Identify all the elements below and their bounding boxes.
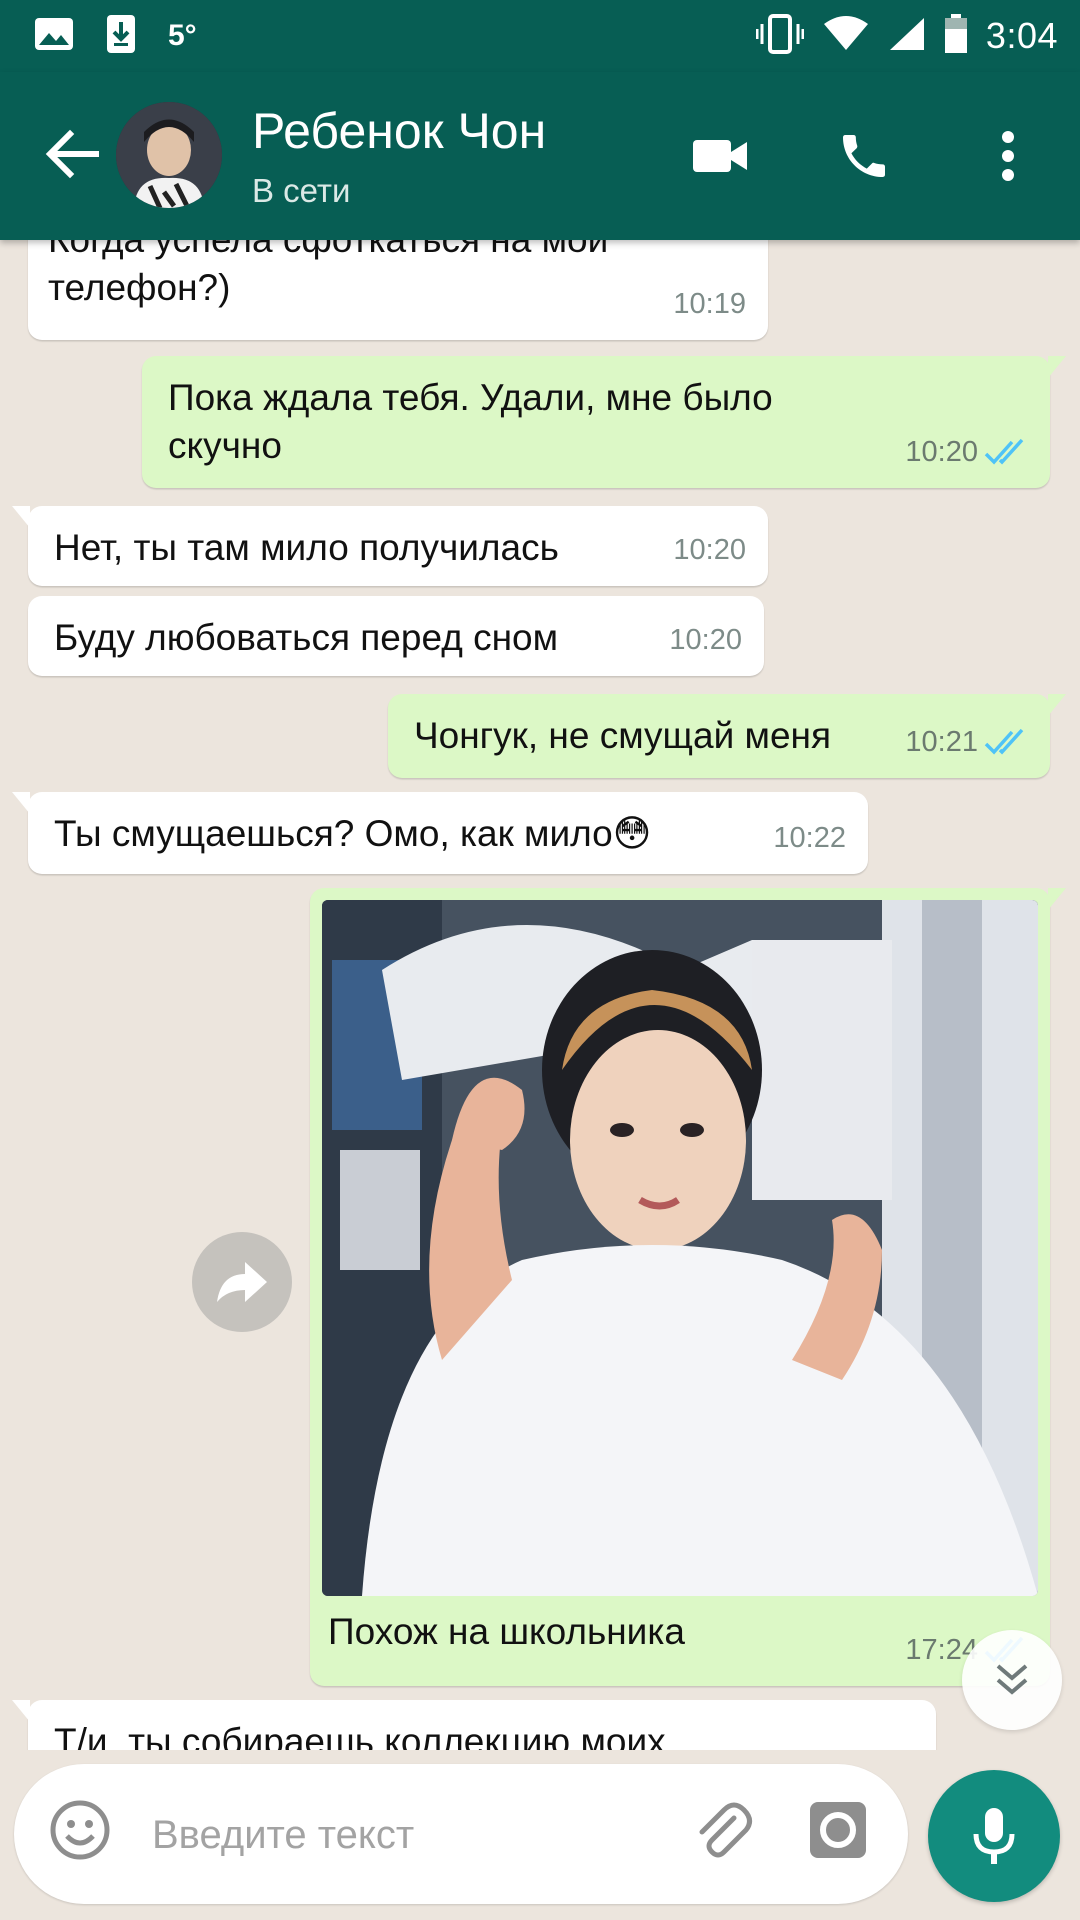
smiley-icon — [50, 1800, 110, 1860]
message-bubble-incoming[interactable]: Когда успела сфоткаться на мой телефон?)… — [28, 240, 768, 340]
attach-button[interactable] — [690, 1798, 762, 1870]
message-bubble-outgoing[interactable]: Пока ждала тебя. Удали, мне было скучно … — [142, 356, 1066, 488]
message-list[interactable]: Когда успела сфоткаться на мой телефон?)… — [0, 240, 1080, 1750]
emoji-button[interactable] — [48, 1798, 120, 1870]
download-icon — [106, 14, 136, 59]
signal-icon — [888, 16, 926, 57]
vibrate-icon — [755, 13, 805, 59]
message-text: Буду любоваться перед сном — [54, 617, 559, 658]
status-bar: 5° 3:04 — [0, 0, 1080, 72]
message-text: Когда успела сфоткаться на мой телефон?) — [48, 240, 608, 308]
temperature-text: 5° — [168, 19, 197, 52]
message-bubble-incoming[interactable]: Нет, ты там мило получилась 10:20 — [12, 506, 768, 586]
double-check-icon — [984, 728, 1024, 755]
more-vertical-icon — [1002, 131, 1014, 181]
forward-button[interactable] — [192, 1232, 292, 1332]
contact-status: В сети — [252, 172, 351, 209]
image-message-outgoing[interactable]: Похож на школьника 17:24 — [310, 888, 1066, 1686]
phone-icon — [843, 135, 885, 177]
double-check-icon — [984, 438, 1024, 465]
camera-button[interactable] — [806, 1798, 878, 1870]
video-call-button[interactable] — [684, 120, 756, 192]
message-photo[interactable] — [322, 900, 1038, 1596]
message-time: 10:21 — [905, 718, 1028, 766]
microphone-icon — [973, 1808, 1015, 1864]
message-bubble-incoming[interactable]: Буду любоваться перед сном 10:20 — [28, 596, 764, 676]
message-bubble-incoming[interactable]: Ты смущаешься? Омо, как мило😳 10:22 — [12, 792, 868, 874]
message-bubble-outgoing[interactable]: Чонгук, не смущай меня 10:21 — [388, 694, 1066, 778]
contact-name[interactable]: Ребенок Чон — [252, 102, 546, 160]
voice-call-button[interactable] — [828, 120, 900, 192]
message-time: 10:20 — [905, 428, 1028, 476]
double-chevron-down-icon — [996, 1664, 1028, 1695]
back-button[interactable] — [40, 122, 104, 186]
gallery-icon — [34, 17, 74, 56]
paperclip-icon — [699, 1802, 752, 1858]
wifi-icon — [822, 15, 870, 57]
video-camera-icon — [693, 140, 747, 172]
camera-icon — [810, 1802, 866, 1858]
message-composer — [14, 1764, 908, 1904]
more-options-button[interactable] — [972, 120, 1044, 192]
message-time: 10:22 — [773, 822, 846, 854]
share-arrow-icon — [217, 1262, 267, 1302]
arrow-left-icon — [45, 129, 99, 179]
message-text: Т/и, ты собираешь коллекцию моих — [54, 1721, 666, 1750]
contact-avatar[interactable] — [116, 102, 222, 208]
message-time: 10:19 — [673, 288, 746, 320]
message-text: Нет, ты там мило получилась — [54, 527, 559, 568]
message-time: 10:20 — [669, 624, 742, 656]
scroll-to-bottom-button[interactable] — [962, 1630, 1062, 1730]
message-time: 10:20 — [673, 534, 746, 566]
message-text: Ты смущаешься? Омо, как мило😳 — [54, 813, 652, 854]
message-bubble-incoming[interactable]: Т/и, ты собираешь коллекцию моих — [12, 1700, 936, 1750]
voice-message-button[interactable] — [928, 1770, 1060, 1902]
message-text: Пока ждала тебя. Удали, мне было скучно — [168, 377, 773, 466]
chat-header: Ребенок Чон В сети — [0, 72, 1080, 240]
clock-text: 3:04 — [985, 15, 1058, 56]
message-input[interactable] — [150, 1800, 674, 1870]
battery-icon — [944, 13, 968, 59]
